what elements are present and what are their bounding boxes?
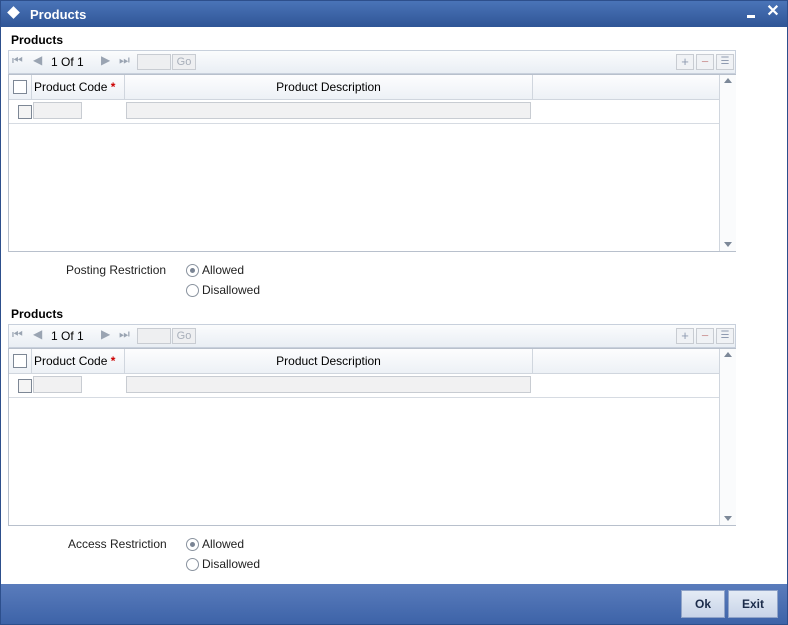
close-icon[interactable]: ✕	[765, 3, 781, 21]
required-mark: *	[110, 80, 116, 94]
go-button[interactable]: Go	[172, 54, 196, 70]
exit-button[interactable]: Exit	[728, 590, 778, 618]
window-title: Products	[30, 7, 87, 22]
pager-text: 1 Of 1	[51, 55, 84, 69]
product-description-input[interactable]	[126, 376, 531, 393]
pager-of: Of	[61, 329, 74, 343]
row-checkbox[interactable]	[18, 379, 32, 393]
product-description-header: Product Description	[124, 349, 533, 373]
scroll-down-icon[interactable]	[724, 516, 732, 521]
row-checkbox[interactable]	[18, 105, 32, 119]
access-disallowed-radio[interactable]	[186, 558, 199, 571]
view-row-icon[interactable]: ☰	[716, 54, 734, 70]
scroll-down-icon[interactable]	[724, 242, 732, 247]
product-description-header: Product Description	[124, 75, 533, 99]
posting-products-label: Products	[11, 33, 64, 47]
vertical-scrollbar[interactable]	[719, 75, 736, 251]
ok-button[interactable]: Ok	[681, 590, 725, 618]
product-code-input[interactable]	[33, 376, 82, 393]
posting-restriction-label: Posting Restriction	[66, 263, 167, 277]
access-allowed-radio[interactable]	[186, 538, 199, 551]
delete-row-icon[interactable]: −	[696, 328, 714, 344]
next-page-icon[interactable]: ▶	[101, 327, 110, 341]
footer-bar	[1, 584, 787, 624]
table-header: Product Code * Product Description	[9, 349, 719, 374]
delete-row-icon[interactable]: −	[696, 54, 714, 70]
grid-toolbar: ⏮ ◀ 1 Of 1 ▶ ⏭ Go + − ☰	[8, 324, 736, 348]
prev-page-icon[interactable]: ◀	[33, 53, 42, 67]
product-code-header-label: Product Code	[34, 354, 108, 368]
add-row-icon[interactable]: +	[676, 328, 694, 344]
grid-toolbar: ⏮ ◀ 1 Of 1 ▶ ⏭ Go + − ☰	[8, 50, 736, 74]
first-page-icon[interactable]: ⏮	[12, 327, 23, 342]
first-page-icon[interactable]: ⏮	[12, 53, 23, 68]
add-row-icon[interactable]: +	[676, 54, 694, 70]
products-table: Product Code * Product Description	[8, 74, 736, 252]
prev-page-icon[interactable]: ◀	[33, 327, 42, 341]
window-diamond-icon	[7, 6, 20, 19]
go-button[interactable]: Go	[172, 328, 196, 344]
page-number-input[interactable]	[137, 328, 171, 344]
minimize-icon[interactable]	[746, 8, 758, 20]
scroll-up-icon[interactable]	[724, 78, 732, 83]
posting-allowed-label: Allowed	[202, 263, 245, 277]
pager-text: 1 Of 1	[51, 329, 84, 343]
table-header: Product Code * Product Description	[9, 75, 719, 100]
products-window: Products ✕ Products ⏮ ◀ 1 Of 1 ▶ ⏭ Go + …	[0, 0, 788, 625]
access-restriction-label: Access Restriction	[68, 537, 167, 551]
posting-disallowed-radio[interactable]	[186, 284, 199, 297]
required-mark: *	[110, 354, 116, 368]
product-code-header: Product Code *	[31, 349, 126, 373]
product-description-input[interactable]	[126, 102, 531, 119]
pager-current: 1	[51, 329, 58, 343]
access-allowed-label: Allowed	[202, 537, 245, 551]
access-products-label: Products	[11, 307, 64, 321]
table-row	[9, 100, 719, 124]
pager-total: 1	[77, 329, 84, 343]
product-code-header-label: Product Code	[34, 80, 108, 94]
posting-allowed-radio[interactable]	[186, 264, 199, 277]
last-page-icon[interactable]: ⏭	[119, 53, 130, 68]
last-page-icon[interactable]: ⏭	[119, 327, 130, 342]
access-disallowed-label: Disallowed	[202, 557, 261, 571]
view-row-icon[interactable]: ☰	[716, 328, 734, 344]
select-all-checkbox[interactable]	[13, 80, 27, 94]
product-code-header: Product Code *	[31, 75, 126, 99]
products-table: Product Code * Product Description	[8, 348, 736, 526]
select-all-checkbox[interactable]	[13, 354, 27, 368]
pager-current: 1	[51, 55, 58, 69]
product-code-input[interactable]	[33, 102, 82, 119]
pager-of: Of	[61, 55, 74, 69]
page-number-input[interactable]	[137, 54, 171, 70]
next-page-icon[interactable]: ▶	[101, 53, 110, 67]
table-row	[9, 374, 719, 398]
pager-total: 1	[77, 55, 84, 69]
posting-disallowed-label: Disallowed	[202, 283, 261, 297]
title-bar: Products ✕	[1, 1, 787, 27]
vertical-scrollbar[interactable]	[719, 349, 736, 525]
scroll-up-icon[interactable]	[724, 352, 732, 357]
